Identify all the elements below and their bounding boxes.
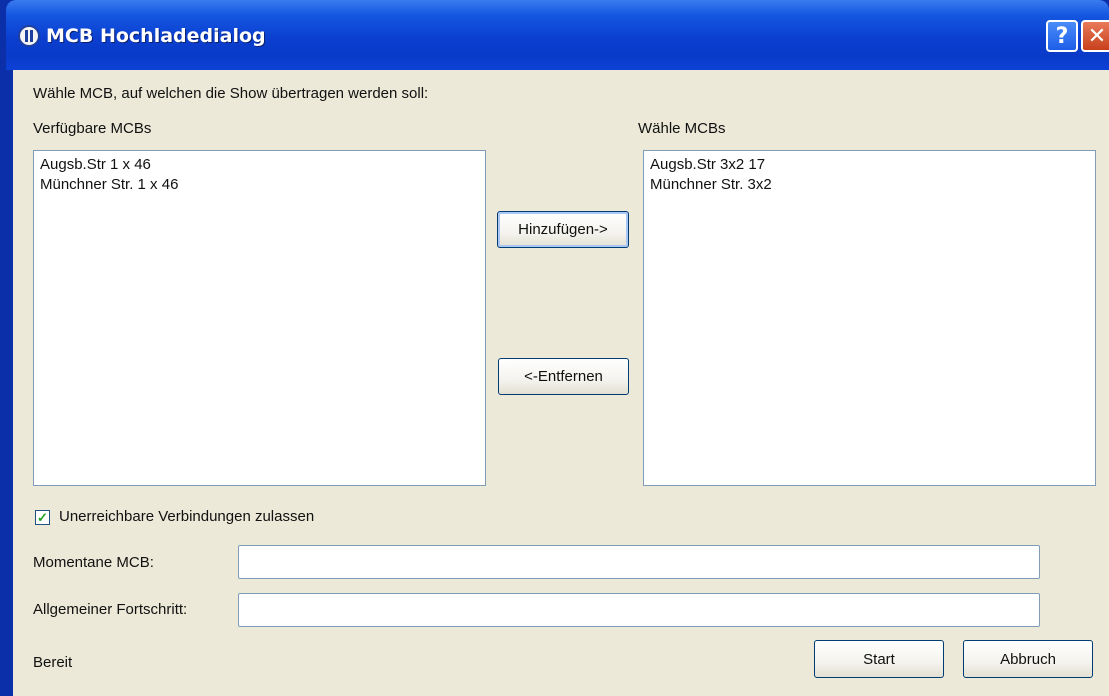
app-icon — [18, 25, 40, 47]
list-item[interactable]: Augsb.Str 3x2 17 — [650, 155, 1089, 175]
checkmark-icon: ✓ — [37, 510, 48, 525]
overall-progress-label: Allgemeiner Fortschritt: — [33, 601, 188, 618]
help-icon: ? — [1055, 23, 1069, 49]
allow-unreachable-checkbox[interactable]: ✓ — [35, 510, 50, 525]
title-bar[interactable]: MCB Hochladedialog ? ✕ — [6, 0, 1109, 70]
close-icon: ✕ — [1087, 23, 1107, 49]
dialog-window: MCB Hochladedialog ? ✕ Wähle MCB, auf we… — [0, 0, 1109, 696]
dialog-body: Wähle MCB, auf welchen die Show übertrag… — [13, 70, 1109, 696]
add-button[interactable]: Hinzufügen-> — [497, 211, 629, 248]
current-mcb-label: Momentane MCB: — [33, 554, 154, 571]
instruction-text: Wähle MCB, auf welchen die Show übertrag… — [33, 85, 429, 102]
cancel-button[interactable]: Abbruch — [963, 640, 1093, 678]
help-button[interactable]: ? — [1046, 20, 1078, 52]
list-item[interactable]: Münchner Str. 1 x 46 — [40, 175, 479, 195]
list-item[interactable]: Augsb.Str 1 x 46 — [40, 155, 479, 175]
selected-mcbs-list[interactable]: Augsb.Str 3x2 17 Münchner Str. 3x2 — [643, 150, 1096, 486]
status-text: Bereit — [33, 654, 73, 671]
allow-unreachable-label[interactable]: Unerreichbare Verbindungen zulassen — [59, 508, 314, 525]
current-mcb-progress — [238, 545, 1040, 579]
list-item[interactable]: Münchner Str. 3x2 — [650, 175, 1089, 195]
start-button[interactable]: Start — [814, 640, 944, 678]
close-button[interactable]: ✕ — [1081, 20, 1109, 52]
available-mcbs-label: Verfügbare MCBs — [33, 120, 152, 137]
window-title: MCB Hochladedialog — [46, 25, 266, 47]
selected-mcbs-label: Wähle MCBs — [638, 120, 726, 137]
available-mcbs-list[interactable]: Augsb.Str 1 x 46 Münchner Str. 1 x 46 — [33, 150, 486, 486]
overall-progress-bar — [238, 593, 1040, 627]
remove-button[interactable]: <-Entfernen — [498, 358, 629, 395]
